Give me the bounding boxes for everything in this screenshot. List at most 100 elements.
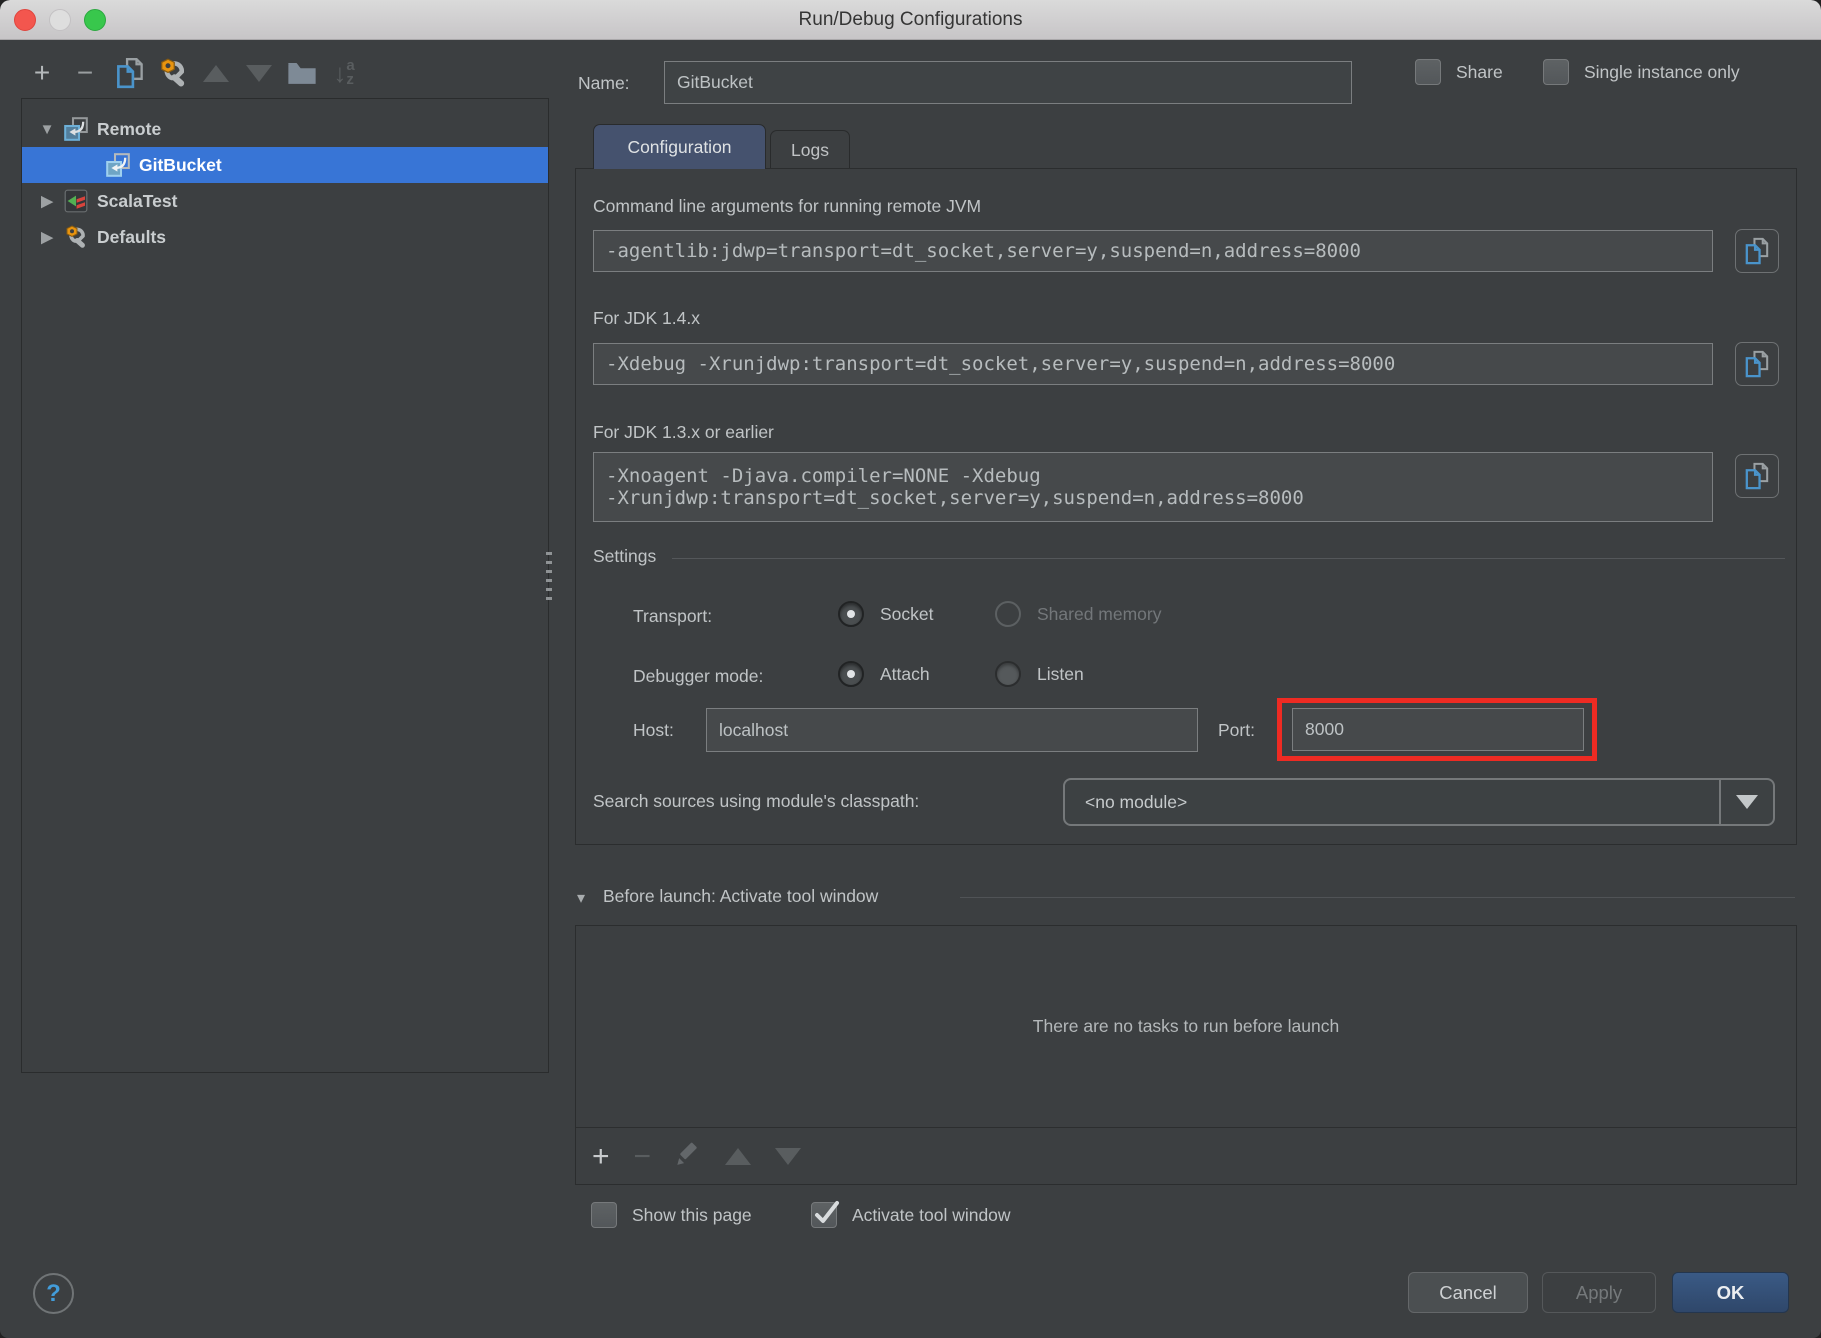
- configurations-tree: ▼ Remote GitBucket: [21, 98, 549, 1073]
- host-label: Host:: [633, 720, 674, 741]
- copy-icon: [1744, 237, 1770, 265]
- transport-socket-option[interactable]: Socket: [838, 601, 934, 627]
- move-up-icon[interactable]: [198, 55, 234, 91]
- single-instance-checkbox[interactable]: [1543, 59, 1569, 85]
- tab-configuration[interactable]: Configuration: [593, 124, 766, 169]
- tree-item-label: ScalaTest: [97, 191, 177, 212]
- cmdline-label: Command line arguments for running remot…: [593, 196, 981, 217]
- copy-icon: [1744, 350, 1770, 378]
- listen-radio[interactable]: [995, 661, 1021, 687]
- tree-item-gitbucket-selected[interactable]: GitBucket: [22, 147, 548, 183]
- defaults-wrench-icon: [64, 225, 88, 249]
- before-launch-title: Before launch: Activate tool window: [603, 886, 878, 907]
- copy-icon: [1744, 462, 1770, 490]
- port-label: Port:: [1218, 720, 1255, 741]
- scalatest-config-icon: [64, 189, 88, 213]
- check-icon: [810, 1194, 844, 1228]
- remote-config-icon: [64, 117, 88, 141]
- socket-label: Socket: [880, 604, 934, 625]
- attach-radio[interactable]: [838, 661, 864, 687]
- run-debug-configurations-dialog: Run/Debug Configurations + − ↓ az: [0, 0, 1821, 1338]
- copy-jdk14-button[interactable]: [1735, 342, 1779, 386]
- remove-icon[interactable]: −: [67, 55, 103, 91]
- chevron-down-icon: [1736, 795, 1758, 809]
- remove-task-icon[interactable]: −: [634, 1142, 652, 1172]
- name-label: Name:: [578, 73, 630, 94]
- module-classpath-combobox[interactable]: <no module>: [1063, 778, 1775, 826]
- help-button[interactable]: ?: [33, 1273, 74, 1314]
- tree-item-label: Remote: [97, 119, 161, 140]
- tree-item-label: GitBucket: [139, 155, 222, 176]
- tree-collapsed-icon[interactable]: ▶: [36, 228, 58, 246]
- activate-tool-window-label: Activate tool window: [852, 1205, 1011, 1226]
- combo-dropdown-button[interactable]: [1719, 780, 1773, 824]
- show-this-page-row: Show this page: [591, 1202, 752, 1228]
- single-instance-checkbox-row: Single instance only: [1543, 59, 1740, 85]
- remote-config-icon: [106, 153, 130, 177]
- attach-label: Attach: [880, 664, 930, 685]
- show-this-page-label: Show this page: [632, 1205, 752, 1226]
- jdk14-label: For JDK 1.4.x: [593, 308, 700, 329]
- before-launch-tasks-panel: There are no tasks to run before launch …: [575, 925, 1797, 1185]
- settings-divider: [672, 558, 1785, 559]
- show-this-page-checkbox[interactable]: [591, 1202, 617, 1228]
- activate-tool-window-checkbox[interactable]: [811, 1202, 837, 1228]
- move-task-up-icon[interactable]: [725, 1148, 751, 1165]
- shared-memory-label: Shared memory: [1037, 604, 1162, 625]
- window-title: Run/Debug Configurations: [0, 0, 1821, 40]
- tree-item-label: Defaults: [97, 227, 166, 248]
- jdk13-line1: -Xnoagent -Djava.compiler=NONE -Xdebug: [606, 465, 1041, 487]
- tree-item-scalatest[interactable]: ▶ ScalaTest: [22, 183, 548, 219]
- socket-radio[interactable]: [838, 601, 864, 627]
- sort-alphabetically-icon[interactable]: ↓ az: [326, 55, 362, 91]
- shared-memory-radio[interactable]: [995, 601, 1021, 627]
- no-tasks-message: There are no tasks to run before launch: [1033, 1016, 1339, 1037]
- share-checkbox[interactable]: [1415, 59, 1441, 85]
- before-launch-collapse-icon[interactable]: ▾: [577, 888, 585, 908]
- host-input[interactable]: [706, 708, 1198, 752]
- activate-tool-window-row: Activate tool window: [811, 1202, 1011, 1228]
- cmdline-field[interactable]: -agentlib:jdwp=transport=dt_socket,serve…: [593, 230, 1713, 272]
- port-input[interactable]: [1292, 708, 1584, 751]
- move-task-down-icon[interactable]: [775, 1148, 801, 1165]
- copy-configuration-icon[interactable]: [112, 55, 148, 91]
- button-label: Apply: [1576, 1282, 1622, 1304]
- question-mark-icon: ?: [46, 1280, 61, 1308]
- jdk13-field[interactable]: -Xnoagent -Djava.compiler=NONE -Xdebug -…: [593, 452, 1713, 522]
- debugger-attach-option[interactable]: Attach: [838, 661, 930, 687]
- tab-logs[interactable]: Logs: [770, 130, 850, 169]
- search-sources-label: Search sources using module's classpath:: [593, 791, 919, 812]
- apply-button[interactable]: Apply: [1542, 1272, 1656, 1313]
- single-instance-label: Single instance only: [1584, 62, 1740, 83]
- cancel-button[interactable]: Cancel: [1408, 1272, 1528, 1313]
- move-down-icon[interactable]: [241, 55, 277, 91]
- copy-jdk13-button[interactable]: [1735, 454, 1779, 498]
- add-task-icon[interactable]: +: [592, 1142, 610, 1172]
- tab-label: Configuration: [627, 137, 731, 158]
- share-checkbox-row: Share: [1415, 59, 1503, 85]
- transport-shared-memory-option[interactable]: Shared memory: [995, 601, 1162, 627]
- debugger-listen-option[interactable]: Listen: [995, 661, 1084, 687]
- tree-collapsed-icon[interactable]: ▶: [36, 192, 58, 210]
- jdk13-label: For JDK 1.3.x or earlier: [593, 422, 774, 443]
- tab-label: Logs: [791, 140, 829, 161]
- copy-cmdline-button[interactable]: [1735, 229, 1779, 273]
- tree-item-defaults[interactable]: ▶ Defaults: [22, 219, 548, 255]
- edit-task-pencil-icon[interactable]: [675, 1141, 701, 1172]
- listen-label: Listen: [1037, 664, 1084, 685]
- tree-item-remote[interactable]: ▼ Remote: [22, 111, 548, 147]
- add-icon[interactable]: +: [24, 55, 60, 91]
- titlebar[interactable]: Run/Debug Configurations: [0, 0, 1821, 40]
- panel-splitter-handle[interactable]: [546, 552, 552, 600]
- ok-button[interactable]: OK: [1672, 1272, 1789, 1313]
- edit-defaults-icon[interactable]: [155, 55, 191, 91]
- button-label: OK: [1717, 1282, 1745, 1304]
- jdk13-line2: -Xrunjdwp:transport=dt_socket,server=y,s…: [606, 487, 1304, 509]
- before-launch-divider: [960, 897, 1795, 898]
- tree-expanded-icon[interactable]: ▼: [36, 121, 58, 138]
- folder-icon[interactable]: [284, 55, 320, 91]
- share-label: Share: [1456, 62, 1503, 83]
- name-input[interactable]: [664, 61, 1352, 104]
- jdk14-field[interactable]: -Xdebug -Xrunjdwp:transport=dt_socket,se…: [593, 343, 1713, 385]
- button-label: Cancel: [1439, 1282, 1497, 1304]
